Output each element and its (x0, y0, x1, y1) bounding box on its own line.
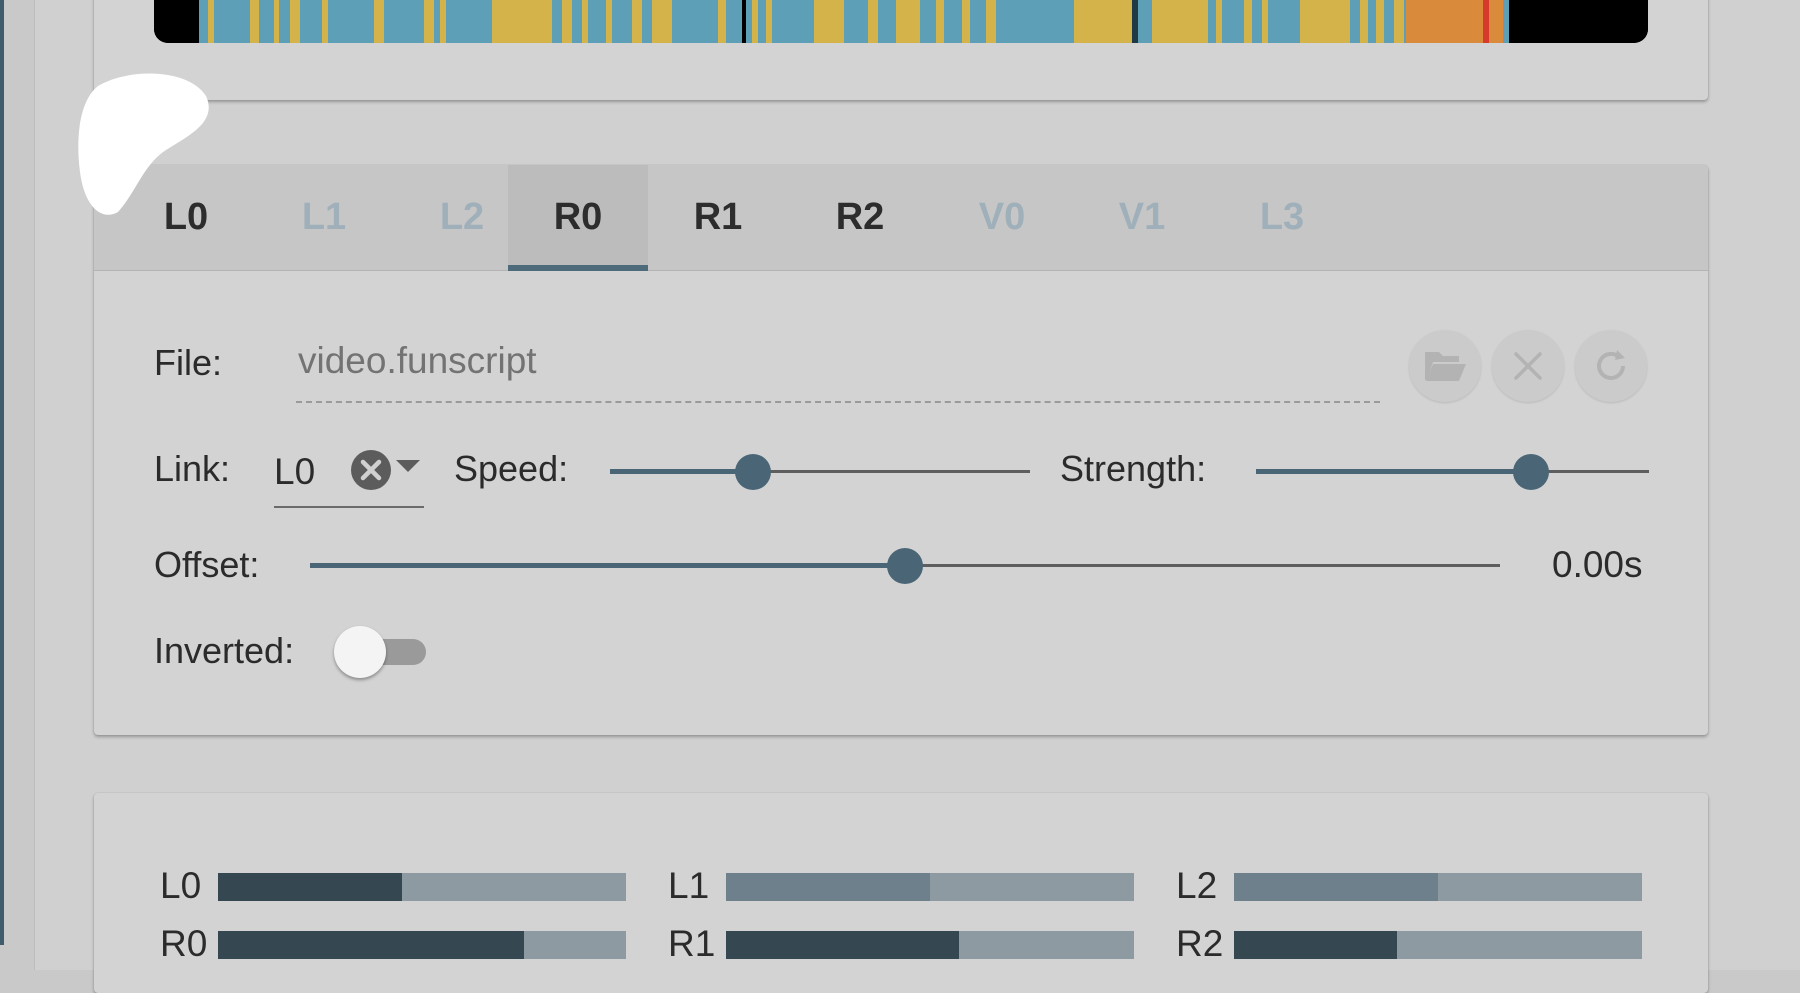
script-heatmap[interactable] (154, 0, 1648, 43)
offset-slider-thumb[interactable] (887, 548, 923, 584)
link-select[interactable]: L0 (274, 436, 424, 508)
strength-slider[interactable] (1256, 451, 1649, 491)
channel-bar-track (218, 873, 626, 901)
offset-slider-fill (310, 563, 905, 568)
channel-bar-track (218, 931, 626, 959)
channel-bar-label: R1 (668, 923, 716, 964)
touch-blob (78, 73, 209, 215)
link-label: Link: (154, 448, 231, 489)
channel-bar-track (1234, 873, 1642, 901)
channel-bar-l2: L2 (1176, 865, 1646, 906)
offset-value: 0.00s (1552, 544, 1643, 585)
channel-bar-fill (218, 873, 402, 901)
strength-slider-thumb[interactable] (1513, 454, 1550, 490)
inverted-toggle-knob (334, 626, 386, 678)
open-file-button[interactable] (1409, 330, 1481, 402)
channel-bar-label: L1 (668, 865, 710, 906)
channel-bar-label: L0 (160, 865, 202, 906)
heatmap-graphic (154, 0, 1648, 43)
file-label: File: (154, 342, 223, 383)
channel-bar-label: L2 (1176, 865, 1218, 906)
close-icon (1514, 352, 1542, 380)
reload-file-button[interactable] (1575, 330, 1647, 402)
channel-bar-track (726, 931, 1134, 959)
channel-bar-fill (1234, 931, 1398, 959)
speed-slider-thumb[interactable] (734, 454, 771, 490)
tab-r2[interactable]: R2 (790, 165, 930, 270)
strength-slider-fill (1256, 469, 1532, 474)
channel-bar-label: R0 (160, 923, 208, 964)
tab-r0[interactable]: R0 (508, 165, 648, 271)
tab-v0[interactable]: V0 (932, 165, 1072, 270)
tab-r1[interactable]: R1 (648, 165, 788, 270)
channel-bar-fill (726, 931, 959, 959)
tab-l3[interactable]: L3 (1212, 165, 1352, 270)
folder-open-icon (1425, 352, 1466, 381)
channel-bar-label: R2 (1176, 923, 1224, 964)
speed-slider[interactable] (610, 451, 1030, 491)
offset-label: Offset: (154, 544, 260, 585)
channel-bar-r2: R2 (1176, 923, 1646, 964)
clear-file-button[interactable] (1492, 330, 1564, 402)
offset-slider[interactable] (310, 545, 1500, 585)
window-edge (0, 0, 4, 945)
channel-bar-track (726, 873, 1134, 901)
speed-label: Speed: (454, 448, 569, 489)
chevron-down-icon[interactable] (396, 460, 420, 474)
app-window: L0 L1 L2 R0 R1 R2 V0 V1 L3 File: video.f… (0, 0, 1800, 993)
strength-label: Strength: (1060, 448, 1207, 489)
channel-bar-l1: L1 (668, 865, 1138, 906)
file-field-underline (296, 401, 1380, 403)
channel-bar-fill (726, 873, 930, 901)
axis-tab-bar: L0 L1 L2 R0 R1 R2 V0 V1 L3 (94, 165, 1708, 271)
channel-bar-l0: L0 (160, 865, 630, 906)
channel-bar-fill (218, 931, 524, 959)
inverted-label: Inverted: (154, 630, 295, 671)
clear-selection-icon[interactable] (350, 449, 392, 491)
file-name-field[interactable]: video.funscript (298, 340, 537, 382)
channel-bar-r0: R0 (160, 923, 630, 964)
refresh-icon (1597, 350, 1625, 380)
inverted-toggle[interactable] (334, 626, 430, 678)
channel-bar-track (1234, 931, 1642, 959)
speed-slider-fill (610, 469, 753, 474)
link-value: L0 (274, 451, 316, 492)
channel-bar-fill (1234, 873, 1438, 901)
tab-l1[interactable]: L1 (254, 165, 394, 270)
tab-v1[interactable]: V1 (1072, 165, 1212, 270)
channel-bar-r1: R1 (668, 923, 1138, 964)
